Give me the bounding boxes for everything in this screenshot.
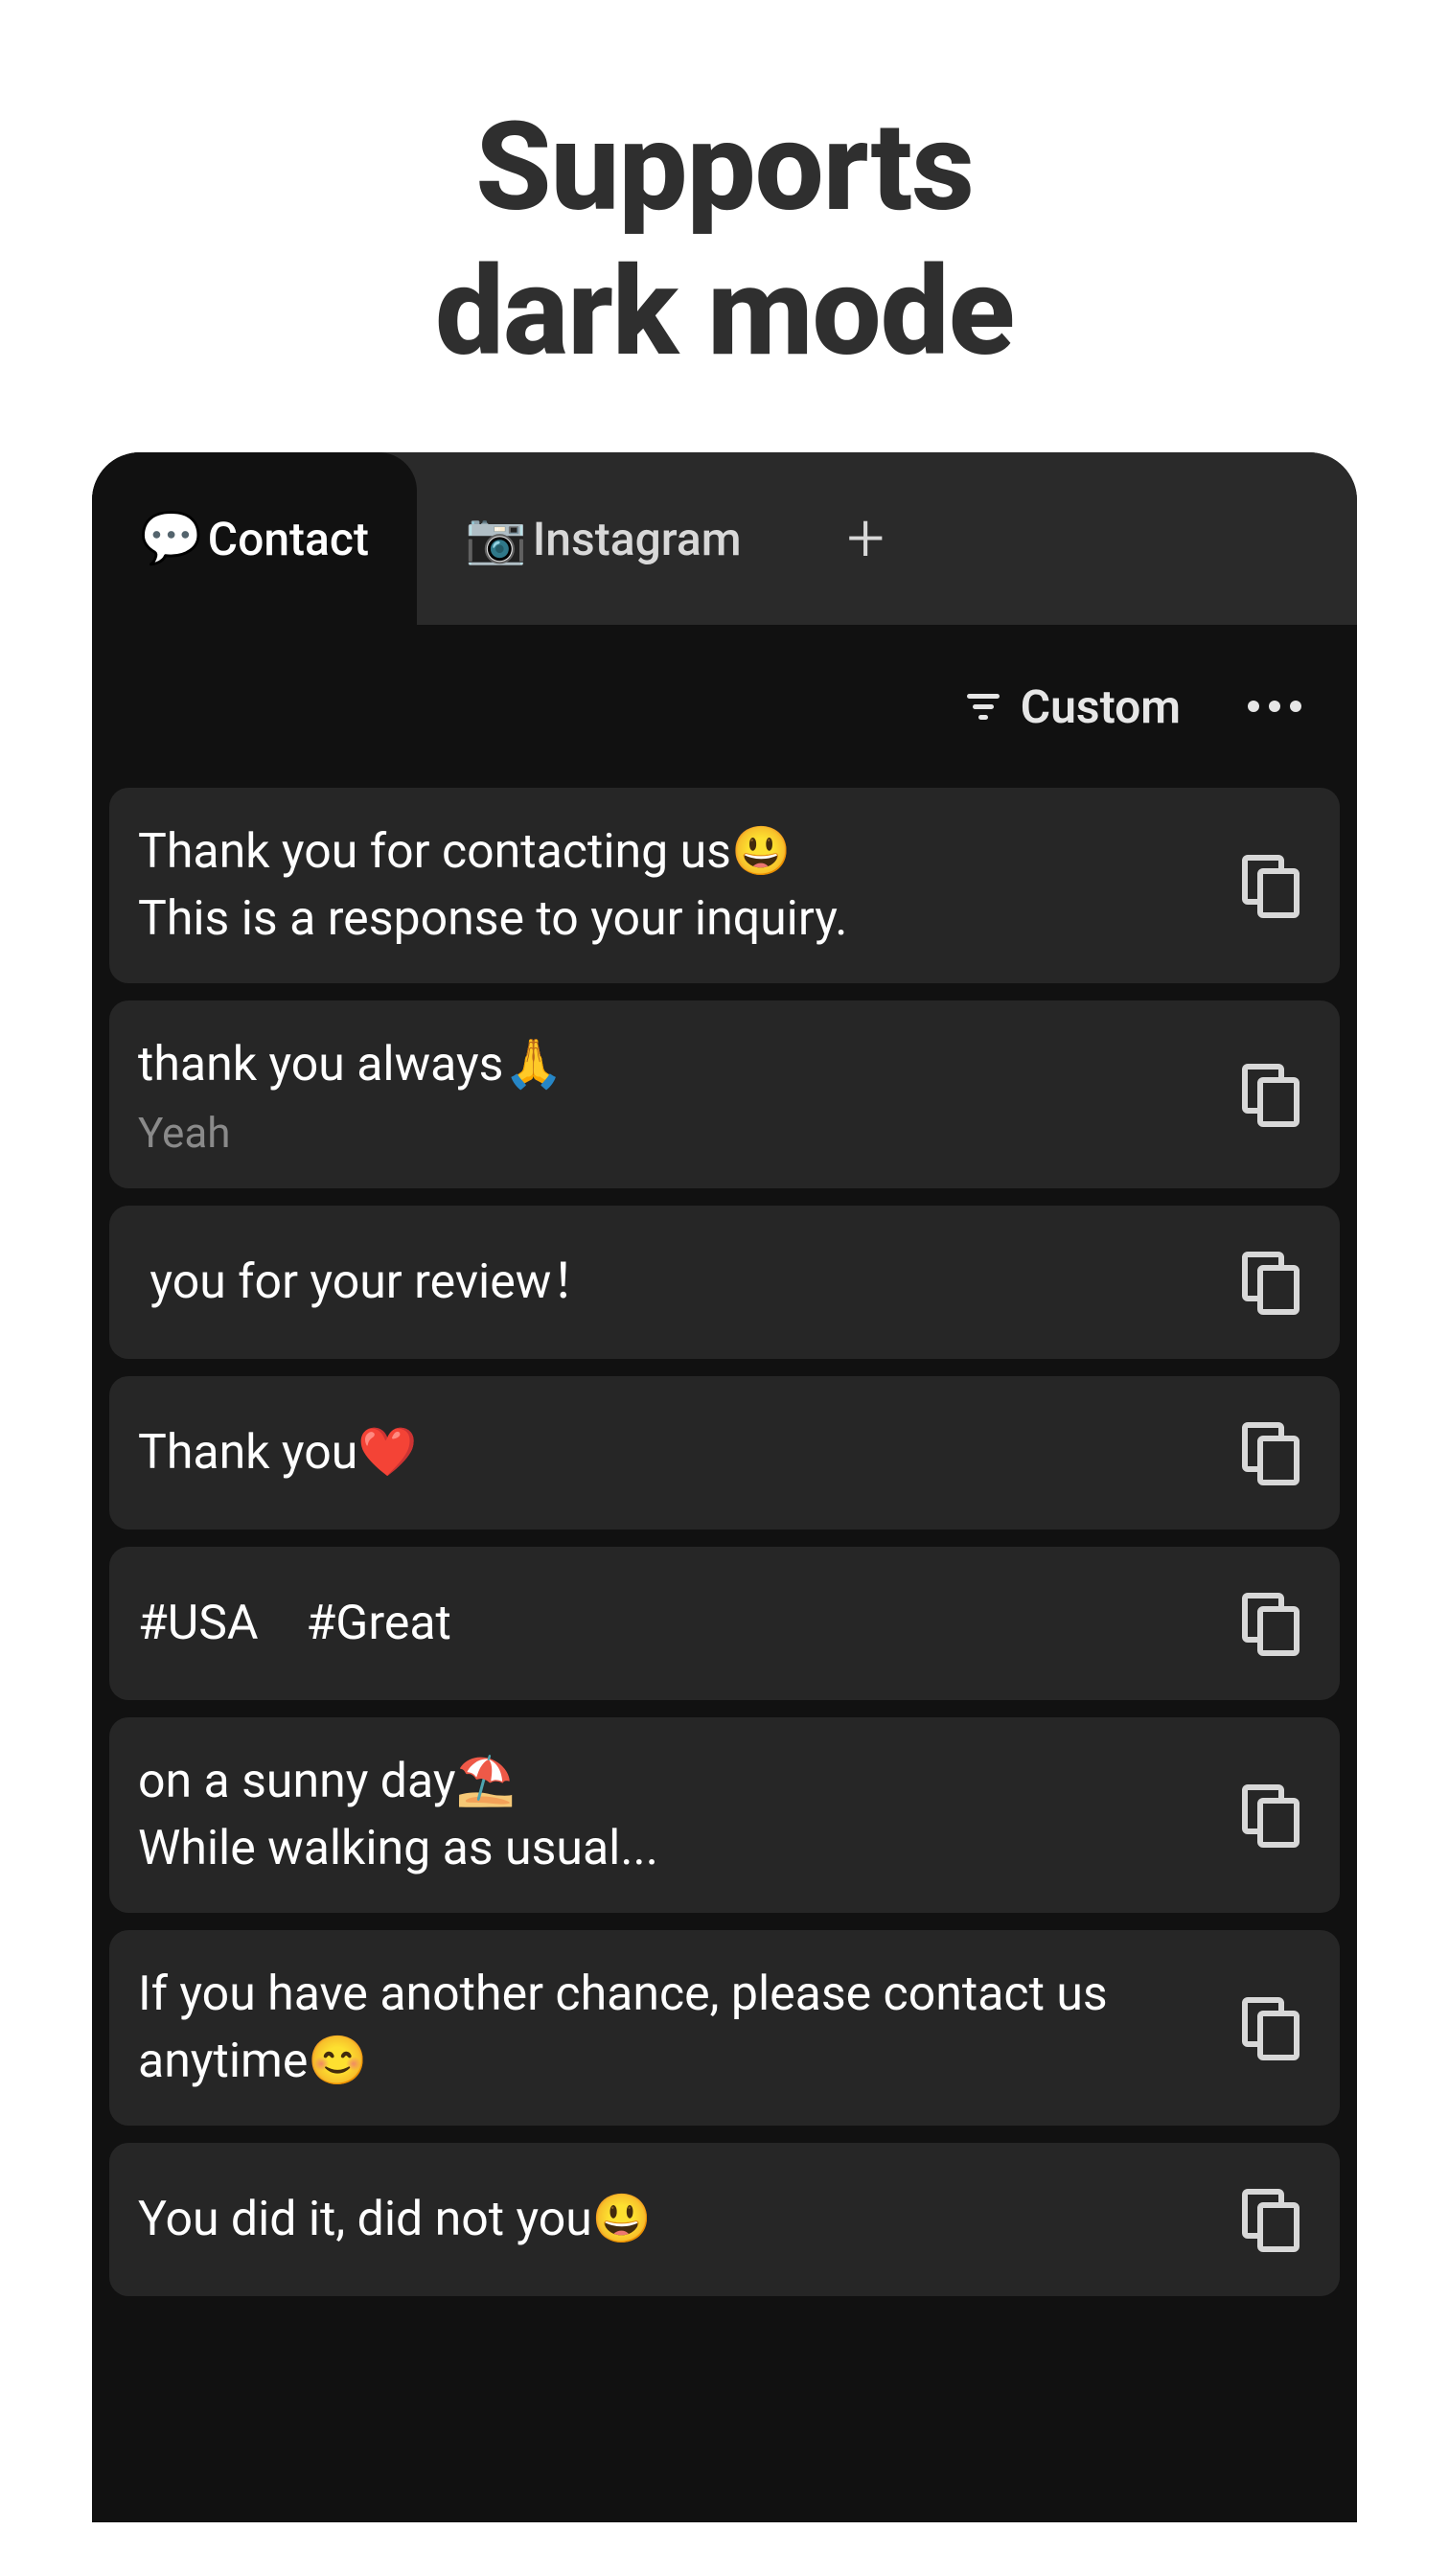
sort-custom-button[interactable]: Custom <box>967 679 1181 734</box>
copy-icon <box>1257 1798 1300 1848</box>
page-headline: Supports dark mode <box>0 0 1449 385</box>
snippet-card[interactable]: on a sunny day⛱️ While walking as usual.… <box>109 1717 1340 1913</box>
snippet-card[interactable]: Thank you❤️ <box>109 1376 1340 1530</box>
copy-button[interactable] <box>1242 1784 1303 1846</box>
tab-bar: 💬 Contact 📷 Instagram + <box>92 452 1357 625</box>
copy-icon <box>1257 1606 1300 1656</box>
headline-line1: Supports <box>475 96 974 240</box>
camera-icon: 📷 <box>465 514 527 564</box>
more-button[interactable] <box>1248 701 1301 712</box>
toolbar: Custom <box>109 625 1340 788</box>
dot-icon <box>1290 701 1301 712</box>
snippet-card[interactable]: thank you always🙏 Yeah <box>109 1000 1340 1188</box>
snippet-text: You did it, did not you😃 <box>138 2186 1223 2253</box>
snippet-card[interactable]: You did it, did not you😃 <box>109 2143 1340 2296</box>
app-screen: 💬 Contact 📷 Instagram + Custom <box>92 452 1357 2522</box>
copy-button[interactable] <box>1242 1593 1303 1654</box>
copy-icon <box>1257 2011 1300 2060</box>
content-area: Custom Thank you for contacting us😃 This… <box>92 625 1357 2522</box>
snippet-text: Thank you for contacting us😃 This is a r… <box>138 818 1223 953</box>
snippet-text: Thank you❤️ <box>138 1419 1223 1486</box>
add-tab-button[interactable]: + <box>790 452 943 625</box>
copy-button[interactable] <box>1242 855 1303 916</box>
snippet-list: Thank you for contacting us😃 This is a r… <box>109 788 1340 2296</box>
snippet-text: on a sunny day⛱️ While walking as usual.… <box>138 1748 1223 1882</box>
snippet-card[interactable]: Thank you for contacting us😃 This is a r… <box>109 788 1340 983</box>
snippet-text: you for your review！ <box>138 1249 1223 1316</box>
copy-icon <box>1257 1265 1300 1315</box>
filter-label: Custom <box>1021 679 1181 734</box>
copy-button[interactable] <box>1242 1422 1303 1484</box>
copy-icon <box>1257 1436 1300 1485</box>
copy-button[interactable] <box>1242 1064 1303 1125</box>
tab-contact[interactable]: 💬 Contact <box>92 452 417 625</box>
copy-icon <box>1257 2202 1300 2252</box>
snippet-text: If you have another chance, please conta… <box>138 1961 1223 2095</box>
tab-instagram[interactable]: 📷 Instagram <box>417 452 790 625</box>
headline-line2: dark mode <box>435 241 1014 384</box>
tab-label: Contact <box>208 512 369 566</box>
snippet-card[interactable]: #USA #Great <box>109 1547 1340 1700</box>
filter-icon <box>967 694 1000 720</box>
snippet-subtext: Yeah <box>138 1108 1223 1158</box>
copy-button[interactable] <box>1242 1252 1303 1313</box>
snippet-text: #USA #Great <box>138 1590 1223 1657</box>
copy-icon <box>1257 868 1300 918</box>
snippet-text: thank you always🙏 <box>138 1031 1223 1098</box>
plus-icon: + <box>847 499 886 578</box>
speech-bubble-icon: 💬 <box>140 514 202 564</box>
dot-icon <box>1248 701 1259 712</box>
copy-button[interactable] <box>1242 1997 1303 2058</box>
snippet-card[interactable]: If you have another chance, please conta… <box>109 1930 1340 2126</box>
tab-label: Instagram <box>533 512 742 566</box>
copy-icon <box>1257 1077 1300 1127</box>
snippet-card[interactable]: you for your review！ <box>109 1206 1340 1359</box>
copy-button[interactable] <box>1242 2189 1303 2250</box>
dot-icon <box>1269 701 1280 712</box>
